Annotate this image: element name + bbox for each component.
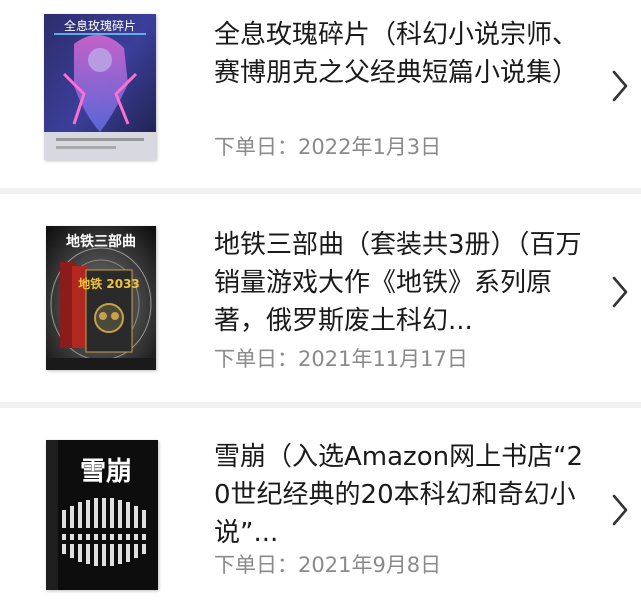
cover-title-text: 地铁三部曲 <box>66 233 136 250</box>
book-cover-image: 地铁三部曲 地铁 2033 <box>46 226 156 370</box>
chevron-right-icon[interactable] <box>609 272 631 312</box>
chevron-right-icon[interactable] <box>609 66 631 106</box>
order-item[interactable]: 地铁三部曲 地铁 2033 地铁三部曲（套装共3册）（百万销量游戏大作《地铁》系… <box>0 192 641 404</box>
order-date-label: 下单日： <box>214 553 298 577</box>
cover-art-3: 雪崩 <box>46 440 158 590</box>
order-list: 全息玫瑰碎片 全息玫瑰碎片（科幻小说宗师、赛博朋克之父经典短篇小说集） 下单日：… <box>0 0 641 602</box>
book-title: 雪崩（入选Amazon网上书店“20世纪经典的20本科幻和奇幻小说”... <box>214 442 584 548</box>
book-title: 地铁三部曲（套装共3册）（百万销量游戏大作《地铁》系列原著，俄罗斯废土科幻... <box>214 230 582 336</box>
book-cover-image: 雪崩 <box>46 440 158 590</box>
order-date-row: 下单日：2022年1月3日 <box>214 131 441 161</box>
order-date-label: 下单日： <box>214 135 298 159</box>
cover-title-text: 全息玫瑰碎片 <box>64 18 136 33</box>
order-date-row: 下单日：2021年9月8日 <box>214 549 441 579</box>
cover-subtitle-text: 地铁 2033 <box>78 276 140 291</box>
chevron-right-icon[interactable] <box>609 490 631 530</box>
order-date-value: 2022年1月3日 <box>298 135 442 159</box>
order-item[interactable]: 全息玫瑰碎片 全息玫瑰碎片（科幻小说宗师、赛博朋克之父经典短篇小说集） 下单日：… <box>0 0 641 192</box>
cover-art-1: 全息玫瑰碎片 <box>44 14 156 160</box>
order-date-value: 2021年11月17日 <box>298 347 468 371</box>
book-cover-image: 全息玫瑰碎片 <box>44 14 156 160</box>
cover-title-text: 雪崩 <box>80 457 132 487</box>
cover-art-2: 地铁三部曲 地铁 2033 <box>46 226 156 370</box>
order-item[interactable]: 雪崩 雪崩（入选Amazon网上书店“20世纪经典的20本科幻和奇幻小说”...… <box>0 404 641 602</box>
order-date-value: 2021年9月8日 <box>298 553 442 577</box>
book-title: 全息玫瑰碎片（科幻小说宗师、赛博朋克之父经典短篇小说集） <box>214 20 579 88</box>
order-date-label: 下单日： <box>214 347 298 371</box>
order-date-row: 下单日：2021年11月17日 <box>214 343 468 373</box>
